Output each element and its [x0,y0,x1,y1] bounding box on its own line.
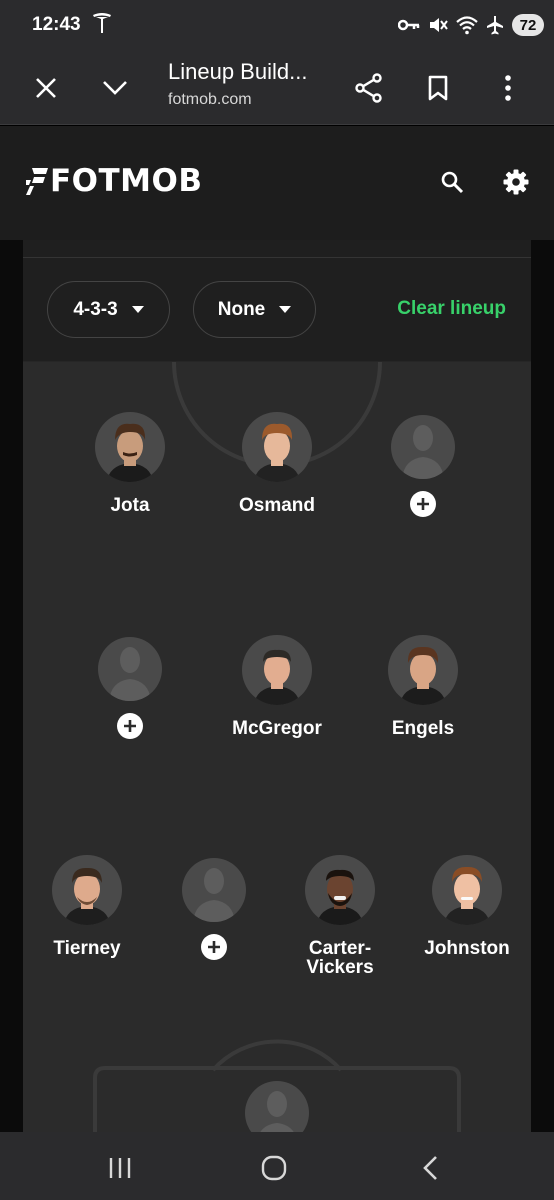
lineup-builder-panel: 4-3-3 None Clear lineup Jota Osmand McGr… [23,240,531,1132]
mute-icon [428,15,448,35]
add-player-icon[interactable] [117,713,143,739]
player-slot-engels[interactable]: Engels [358,635,488,738]
fotmob-logo[interactable]: FOTMOB [26,164,203,198]
empty-avatar-placeholder [245,1081,309,1132]
player-slot-jota[interactable]: Jota [65,412,195,515]
status-time: 12:43 [32,14,81,35]
gear-icon[interactable] [496,162,536,202]
chevron-down-icon[interactable] [95,68,135,108]
empty-avatar-placeholder [391,415,455,479]
team-dropdown[interactable]: None [193,281,316,338]
divider [23,257,531,258]
share-icon[interactable] [349,68,389,108]
player-name: Osmand [238,495,316,516]
player-name: McGregor [232,718,322,739]
back-icon[interactable] [410,1148,450,1188]
player-name: Engels [391,718,455,739]
empty-slot-defender[interactable] [149,858,279,960]
lineup-controls: 4-3-3 None Clear lineup [23,240,531,362]
empty-avatar-placeholder [98,637,162,701]
team-value: None [217,298,266,320]
more-vert-icon[interactable] [488,68,528,108]
bookmark-icon[interactable] [418,68,458,108]
player-name: Jota [110,495,150,516]
empty-avatar-placeholder [182,858,246,922]
page-title: Lineup Build... [168,59,308,84]
browser-toolbar: Lineup Build... fotmob.com [0,50,554,125]
airplane-icon [486,15,504,35]
status-icons: 72 [398,12,544,38]
empty-slot-goalkeeper[interactable] [212,1081,342,1132]
player-name: Johnston [424,938,510,959]
player-avatar [242,412,312,482]
player-avatar [432,855,502,925]
search-icon[interactable] [432,162,472,202]
formation-value: 4-3-3 [73,298,118,320]
recent-apps-icon[interactable] [100,1148,140,1188]
caret-down-icon [279,306,292,313]
add-player-icon[interactable] [410,491,436,517]
add-player-icon[interactable] [201,934,227,960]
player-name: Carter- Vickers [306,938,374,978]
clear-lineup-button[interactable]: Clear lineup [397,298,506,320]
player-name: Tierney [53,938,121,959]
player-avatar [305,855,375,925]
key-icon [398,18,420,32]
empty-slot-forward[interactable] [358,415,488,517]
player-slot-carter-vickers[interactable]: Carter- Vickers [275,855,405,977]
status-bar: 12:43 72 [0,0,554,50]
formation-dropdown[interactable]: 4-3-3 [47,281,170,338]
empty-slot-midfielder[interactable] [65,637,195,739]
player-slot-osmand[interactable]: Osmand [212,412,342,515]
player-avatar [95,412,165,482]
close-icon[interactable] [26,68,66,108]
caret-down-icon [131,306,144,313]
player-avatar [52,855,122,925]
logo-text: FOTMOB [50,163,203,199]
player-avatar [388,635,458,705]
wifi-icon [456,15,478,35]
tesla-icon [92,12,112,34]
fotmob-logo-mark [26,168,48,195]
player-slot-mcgregor[interactable]: McGregor [212,635,342,738]
battery-indicator: 72 [512,14,544,36]
system-nav-bar [0,1132,554,1200]
home-icon[interactable] [254,1148,294,1188]
player-slot-johnston[interactable]: Johnston [402,855,531,958]
player-avatar [242,635,312,705]
page-url: fotmob.com [168,91,252,108]
player-slot-tierney[interactable]: Tierney [23,855,152,958]
